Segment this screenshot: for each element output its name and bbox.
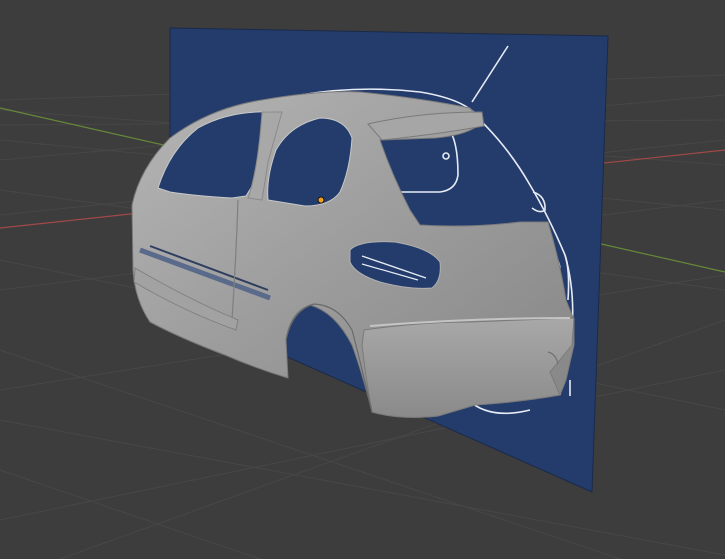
3d-viewport[interactable] [0,0,725,559]
object-origin-point[interactable] [317,196,325,204]
viewport-canvas[interactable] [0,0,725,559]
